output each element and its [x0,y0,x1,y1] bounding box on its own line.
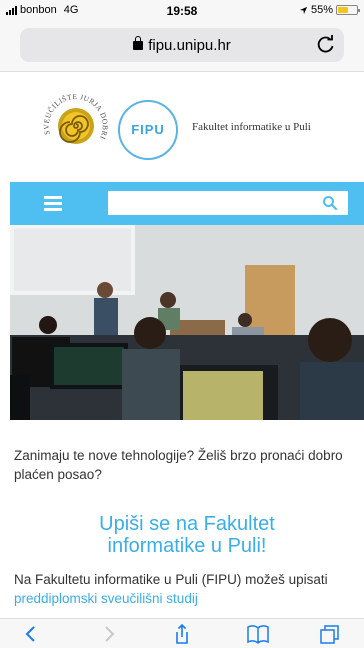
bookmarks-icon[interactable] [246,624,270,644]
status-bar: bonbon 4G 19:58 55% [0,0,364,22]
cta-line-1: Upiši se na Fakultet [99,513,275,535]
forward-icon[interactable] [96,624,120,644]
battery-fill [338,7,348,13]
tabs-icon[interactable] [318,624,342,644]
university-seal-logo[interactable]: SVEUČILIŠTE JURJA DOBRILE U PULI [36,84,116,164]
location-arrow-icon [299,6,308,14]
share-icon[interactable] [170,624,194,644]
main-content: Zanimaju te nove tehnologije? Želiš brzo… [10,420,364,606]
menu-icon[interactable] [44,196,62,211]
url-display[interactable]: fipu.unipu.hr [20,36,344,54]
status-right: 55% [299,4,360,16]
lock-icon [133,36,144,50]
cta-line-2: informatike u Puli! [107,535,267,557]
cta-heading: Upiši se na Fakultet informatike u Puli! [10,513,364,557]
intro-text: Zanimaju te nove tehnologije? Želiš brzo… [14,448,343,482]
battery-percent: 55% [310,4,333,16]
body-text: Na Fakultetu informatike u Puli (FIPU) m… [14,570,359,608]
battery-icon [336,5,360,15]
back-icon[interactable] [20,624,44,644]
browser-toolbar [0,618,364,648]
faculty-name[interactable]: Fakultet informatike u Puli [192,121,311,133]
hero-image [10,225,364,420]
url-text: fipu.unipu.hr [148,37,231,54]
nav-bar [10,182,364,225]
search-input[interactable] [108,191,348,215]
search-icon[interactable] [322,195,338,211]
fipu-logo[interactable]: FIPU [118,100,178,160]
address-bar[interactable]: fipu.unipu.hr [20,28,344,62]
classroom-photo [10,225,364,420]
browser-address-area: fipu.unipu.hr [0,22,364,72]
site-header: SVEUČILIŠTE JURJA DOBRILE U PULI FIPU Fa… [0,72,364,182]
study-link[interactable]: preddiplomski sveučilišni studij [14,591,198,606]
reload-icon[interactable] [316,34,336,54]
body-text-prefix: Na Fakultetu informatike u Puli (FIPU) m… [14,572,328,587]
